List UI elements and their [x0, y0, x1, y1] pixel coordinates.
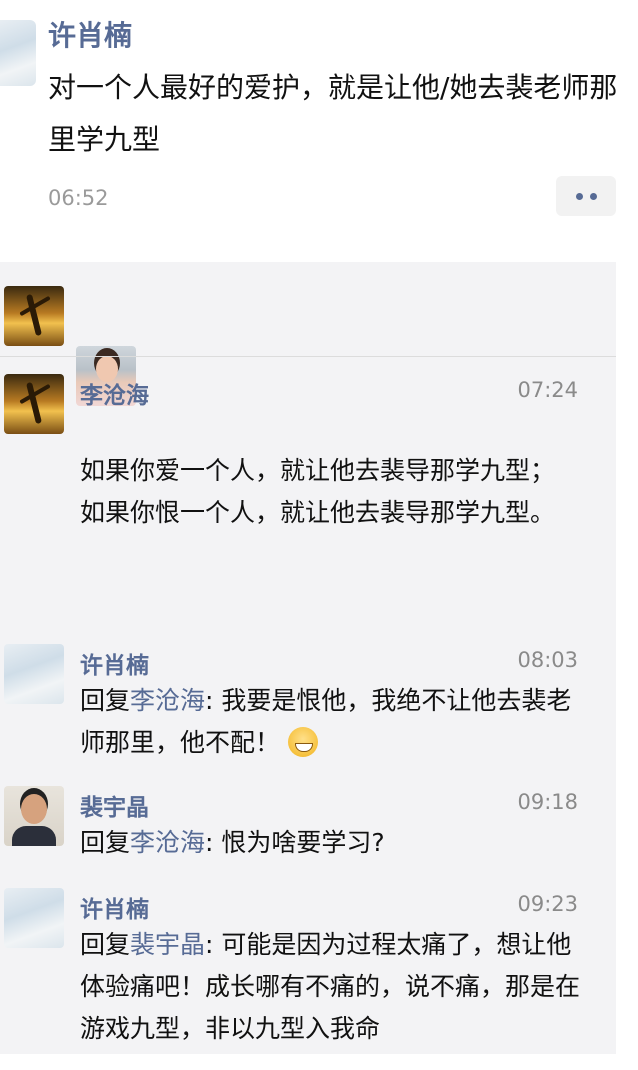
comment-body: : 恨为啥要学习?: [205, 828, 385, 857]
commenter-avatar[interactable]: [4, 888, 64, 948]
likes-row: [0, 262, 616, 406]
post-author-name[interactable]: 许肖楠: [48, 14, 132, 54]
post-content: 对一个人最好的爱护，就是让他/她去裴老师那里学九型: [48, 71, 618, 156]
comment-item: 李沧海 07:24 如果你爱一个人，就让他去裴导那学九型； 如果你恨一个人，就让…: [0, 374, 616, 624]
reply-to-name[interactable]: 李沧海: [130, 828, 205, 857]
dancer-sunset-avatar[interactable]: [4, 286, 64, 346]
post-timestamp: 06:52: [48, 186, 109, 210]
comment-time: 08:03: [517, 648, 578, 672]
commenter-avatar[interactable]: [4, 786, 64, 846]
comment-area: 李沧海 07:24 如果你爱一个人，就让他去裴导那学九型； 如果你恨一个人，就让…: [0, 262, 616, 1054]
grin-emoji-icon: [288, 727, 319, 757]
comment-text: 回复李沧海: 我要是恨他，我绝不让他去裴老师那里，他不配！: [80, 680, 580, 764]
comment-item: 裴宇晶 09:18 回复李沧海: 恨为啥要学习?: [0, 786, 616, 876]
comment-item: 许肖楠 09:23 回复裴宇晶: 可能是因为过程太痛了，想让他体验痛吧！成长哪有…: [0, 888, 616, 1054]
more-dot-icon: [575, 192, 583, 200]
post-author-avatar[interactable]: [0, 20, 36, 86]
reply-to-name[interactable]: 裴宇晶: [130, 930, 205, 959]
reply-prefix: 回复: [80, 828, 131, 857]
commenter-name[interactable]: 李沧海: [80, 376, 149, 410]
more-dot-icon: [589, 192, 597, 200]
comment-text: 如果你爱一个人，就让他去裴导那学九型； 如果你恨一个人，就让他去裴导那学九型。: [80, 456, 556, 527]
comment-time: 09:23: [517, 892, 578, 916]
reply-to-name[interactable]: 李沧海: [130, 686, 205, 715]
more-actions-button[interactable]: [556, 176, 616, 216]
comment-item: 许肖楠 08:03 回复李沧海: 我要是恨他，我绝不让他去裴老师那里，他不配！: [0, 644, 616, 774]
comment-text: 回复裴宇晶: 可能是因为过程太痛了，想让他体验痛吧！成长哪有不痛的，说不痛，那是…: [80, 924, 580, 1050]
divider: [0, 356, 616, 357]
commenter-avatar[interactable]: [4, 374, 64, 434]
commenter-name[interactable]: 许肖楠: [80, 890, 149, 924]
comment-text: 回复李沧海: 恨为啥要学习?: [80, 822, 580, 864]
commenter-avatar[interactable]: [4, 644, 64, 704]
comment-time: 07:24: [517, 378, 578, 402]
comment-time: 09:18: [517, 790, 578, 814]
reply-prefix: 回复: [80, 686, 131, 715]
commenter-name[interactable]: 许肖楠: [80, 646, 149, 680]
commenter-name[interactable]: 裴宇晶: [80, 788, 149, 822]
reply-prefix: 回复: [80, 930, 131, 959]
